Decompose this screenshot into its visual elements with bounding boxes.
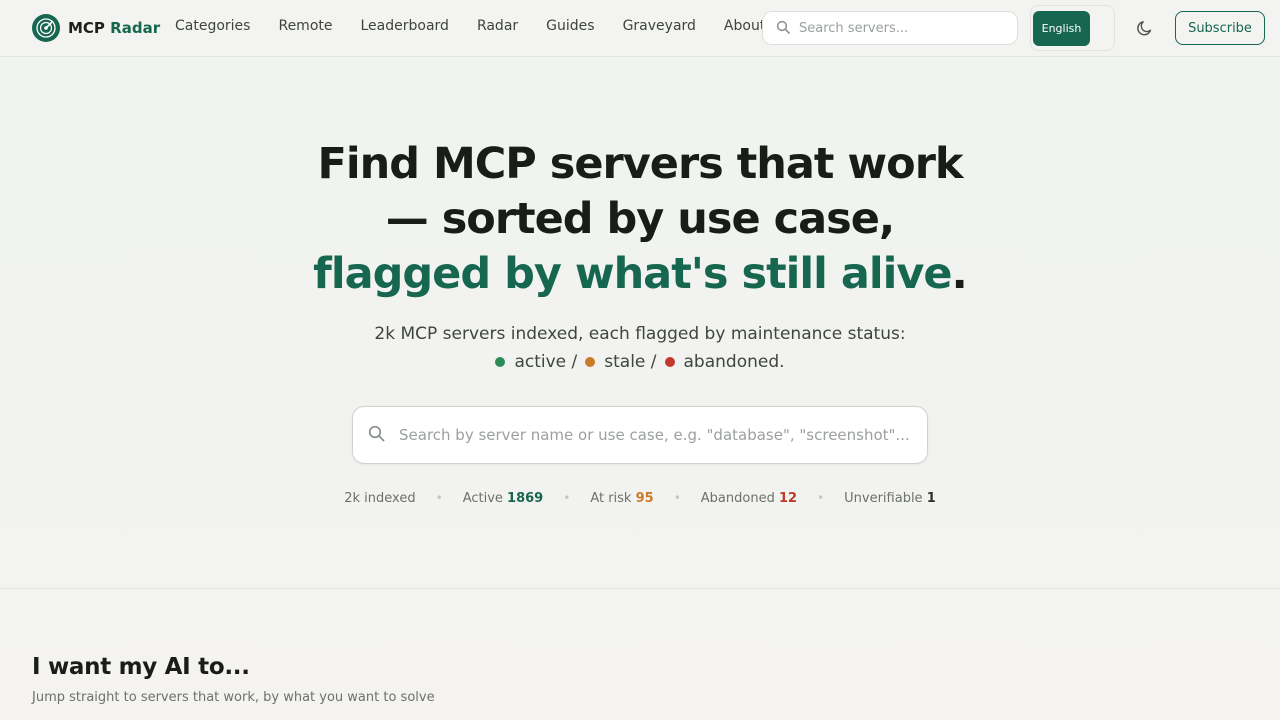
stat-at-risk-value: 95	[635, 490, 654, 506]
search-icon	[776, 19, 790, 38]
theme-toggle-button[interactable]	[1132, 16, 1158, 42]
stat-unverifiable-value: 1	[926, 490, 936, 506]
top-nav-bar: MCP Radar Categories Remote Leaderboard …	[0, 0, 1280, 57]
section-divider	[0, 588, 1280, 589]
stat-indexed: 2k indexed	[344, 490, 416, 506]
stat-separator: •	[817, 491, 825, 505]
use-case-section-subtitle: Jump straight to servers that work, by w…	[32, 690, 435, 705]
status-legend: active / stale / abandoned.	[320, 348, 960, 376]
stat-active[interactable]: Active 1869	[463, 491, 544, 506]
status-stale: stale /	[585, 348, 657, 376]
language-button[interactable]: English	[1033, 11, 1090, 46]
subscribe-button[interactable]: Subscribe	[1175, 11, 1265, 45]
nav-link-leaderboard[interactable]: Leaderboard	[361, 18, 449, 34]
nav-search-input[interactable]	[799, 20, 999, 36]
stat-at-risk-label: At risk	[590, 490, 632, 506]
status-abandoned-label: abandoned.	[683, 352, 785, 372]
stat-abandoned-value: 12	[778, 490, 798, 506]
stats-bar: 2k indexed • Active 1869 • At risk 95 • …	[300, 488, 980, 508]
status-active-label: active /	[514, 352, 578, 372]
stale-dot-icon	[585, 357, 596, 367]
nav-search-box[interactable]	[762, 11, 1018, 45]
status-active: active /	[495, 348, 577, 376]
nav-link-remote[interactable]: Remote	[278, 18, 332, 34]
stat-active-value: 1869	[507, 490, 544, 506]
hero-title-end: .	[951, 249, 968, 299]
nav-link-categories[interactable]: Categories	[175, 18, 250, 34]
stat-abandoned-label: Abandoned	[700, 490, 775, 506]
hero-title-main: Find MCP servers that work — sorted by u…	[317, 139, 963, 244]
brand-name-accent: Radar	[110, 19, 161, 37]
nav-link-radar[interactable]: Radar	[477, 18, 518, 34]
hero-title: Find MCP servers that work — sorted by u…	[300, 137, 980, 302]
active-dot-icon	[495, 357, 506, 367]
stat-unverifiable[interactable]: Unverifiable 1	[844, 491, 936, 506]
stat-separator: •	[435, 491, 443, 505]
main-search-box[interactable]	[352, 406, 928, 464]
brand-name: MCP Radar	[68, 19, 160, 37]
nav-links: Categories Remote Leaderboard Radar Guid…	[175, 18, 765, 34]
brand-name-primary: MCP	[68, 19, 105, 37]
abandoned-dot-icon	[664, 357, 675, 367]
stat-separator: •	[563, 491, 571, 505]
use-case-section-title: I want my AI to...	[32, 654, 250, 680]
language-selector: English	[1030, 5, 1115, 51]
status-stale-label: stale /	[604, 352, 657, 372]
stat-abandoned[interactable]: Abandoned 12	[701, 491, 797, 506]
stat-at-risk[interactable]: At risk 95	[590, 491, 653, 506]
main-search-input[interactable]	[399, 426, 919, 444]
nav-link-guides[interactable]: Guides	[546, 18, 594, 34]
stat-active-label: Active	[462, 490, 503, 506]
hero-subtitle: 2k MCP servers indexed, each flagged by …	[320, 320, 960, 376]
nav-link-graveyard[interactable]: Graveyard	[623, 18, 696, 34]
search-icon	[368, 425, 385, 446]
hero-title-highlight: flagged by what's still alive	[313, 249, 952, 299]
stat-separator: •	[673, 491, 681, 505]
status-abandoned: abandoned.	[664, 348, 785, 376]
stat-unverifiable-label: Unverifiable	[844, 490, 923, 506]
brand-logo[interactable]: MCP Radar	[32, 14, 160, 42]
radar-icon	[32, 14, 60, 42]
nav-link-about[interactable]: About	[724, 18, 765, 34]
moon-icon	[1136, 19, 1154, 40]
hero-subtitle-text: 2k MCP servers indexed, each flagged by …	[374, 324, 906, 344]
